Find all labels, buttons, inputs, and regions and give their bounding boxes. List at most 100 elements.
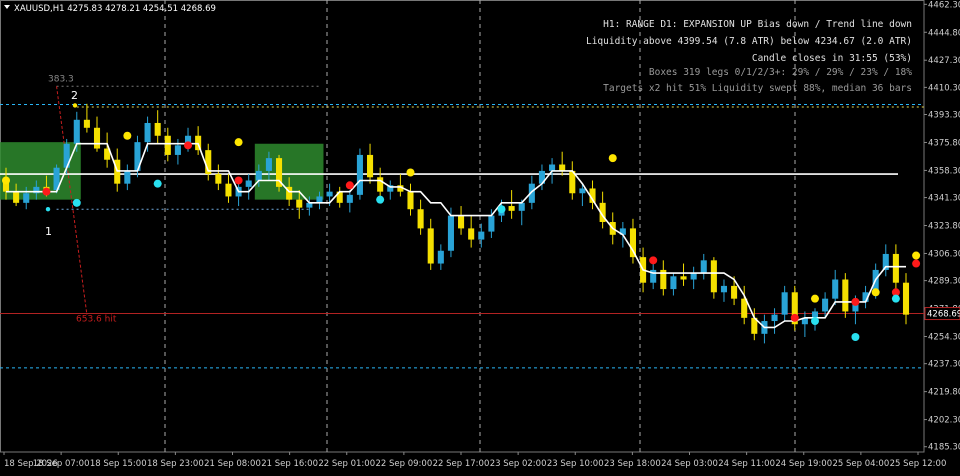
candle-body[interactable] (842, 279, 849, 312)
candle-body[interactable] (670, 276, 677, 290)
cyan-signal-marker[interactable] (376, 195, 385, 204)
candle-body[interactable] (265, 158, 272, 171)
candle-body[interactable] (478, 231, 485, 240)
candle-body[interactable] (154, 122, 161, 136)
candle-body[interactable] (629, 228, 636, 258)
candle-body[interactable] (832, 279, 839, 299)
candle-body[interactable] (579, 188, 586, 194)
red-signal-marker[interactable] (234, 176, 243, 185)
candle-body[interactable] (144, 122, 151, 143)
y-tick-label: 4185.30 (928, 443, 960, 453)
candle-body[interactable] (710, 260, 717, 293)
yellow-signal-marker[interactable] (234, 138, 243, 147)
candle-body[interactable] (508, 206, 515, 211)
target-leg-line (56, 86, 88, 315)
candle-body[interactable] (356, 154, 363, 195)
candle-body[interactable] (316, 196, 323, 203)
swing-1-dot (45, 207, 51, 212)
cyan-signal-marker[interactable] (851, 333, 860, 342)
candle-body[interactable] (296, 199, 303, 208)
candle-body[interactable] (518, 202, 525, 211)
candle-body[interactable] (549, 164, 556, 171)
candle-body[interactable] (255, 170, 262, 181)
candle-body[interactable] (680, 276, 687, 280)
dropdown-triangle-icon[interactable] (4, 5, 10, 9)
candle-body[interactable] (164, 135, 171, 155)
candle-body[interactable] (73, 119, 80, 144)
info-line-1: H1: RANGE D1: EXPANSION UP Bias down / T… (603, 19, 912, 30)
candle-body[interactable] (690, 273, 697, 280)
candle-body[interactable] (700, 260, 707, 274)
red-signal-marker[interactable] (42, 187, 51, 196)
yellow-signal-marker[interactable] (810, 294, 819, 303)
y-tick-label: 4427.30 (928, 56, 960, 66)
x-tick-label: 24 Sep 19:00 (775, 459, 832, 469)
x-tick-label: 23 Sep 18:00 (604, 459, 661, 469)
candle-body[interactable] (377, 177, 384, 192)
yellow-signal-marker[interactable] (608, 154, 617, 163)
red-signal-marker[interactable] (345, 181, 354, 190)
candle-body[interactable] (417, 209, 424, 229)
candle-body[interactable] (346, 194, 353, 203)
candle-body[interactable] (559, 164, 566, 171)
candle-body[interactable] (245, 180, 252, 187)
candle-body[interactable] (822, 298, 829, 312)
candle-body[interactable] (124, 170, 131, 184)
yellow-signal-marker[interactable] (912, 251, 921, 260)
candle-body[interactable] (447, 215, 454, 251)
price-chart[interactable]: 383.3 2 1 653.6 hit 4462.30 4444.80 4427.30 441… (0, 0, 960, 472)
x-tick-label: 18 Sep 07:00 (33, 459, 90, 469)
candle-body[interactable] (174, 145, 181, 155)
red-signal-marker[interactable] (649, 256, 658, 265)
candle-body[interactable] (488, 215, 495, 232)
yellow-signal-marker[interactable] (871, 288, 880, 297)
red-signal-marker[interactable] (790, 313, 799, 322)
x-tick-label: 18 Sep 15:00 (90, 459, 147, 469)
x-tick-label: 18 Sep 23:00 (147, 459, 204, 469)
candle-body[interactable] (731, 285, 738, 299)
x-tick-label: 23 Sep 02:00 (490, 459, 547, 469)
target-hit-label: 653.6 hit (76, 315, 117, 325)
y-tick-label: 4202.30 (928, 416, 960, 426)
cyan-signal-marker[interactable] (497, 205, 506, 214)
candle-body[interactable] (367, 154, 374, 178)
candle-body[interactable] (225, 183, 232, 197)
cyan-signal-marker[interactable] (810, 317, 819, 326)
chart-canvas[interactable]: 383.3 2 1 653.6 hit 4462.30 4444.80 4427.30 441… (0, 0, 960, 472)
red-signal-marker[interactable] (912, 259, 921, 268)
candle-body[interactable] (427, 228, 434, 264)
red-signal-marker[interactable] (851, 297, 860, 306)
candle-body[interactable] (458, 215, 465, 229)
y-tick-label: 4462.30 (928, 0, 960, 10)
yellow-signal-marker[interactable] (406, 168, 415, 177)
yellow-signal-marker[interactable] (123, 131, 132, 140)
candle-body[interactable] (468, 228, 475, 240)
candle-body[interactable] (326, 191, 333, 197)
cyan-signal-marker[interactable] (72, 198, 81, 207)
candle-body[interactable] (13, 191, 20, 203)
info-line-5: Targets x2 hit 51% Liquidity swept 88%, … (603, 83, 912, 94)
candle-body[interactable] (23, 193, 30, 203)
cyan-signal-marker[interactable] (153, 179, 162, 188)
candle-body[interactable] (83, 119, 90, 128)
candle-body[interactable] (93, 127, 101, 149)
cyan-signal-marker[interactable] (891, 294, 900, 303)
candle-body[interactable] (781, 292, 788, 315)
candle-body[interactable] (811, 311, 819, 318)
candle-body[interactable] (720, 285, 728, 293)
y-tick-label: 4375.80 (928, 138, 960, 148)
candle-body[interactable] (437, 250, 444, 264)
info-line-2: Liquidity above 4399.54 (7.8 ATR) below … (586, 36, 912, 47)
info-line-4: Boxes 319 legs 0/1/2/3+: 29% / 29% / 23%… (649, 67, 912, 78)
yellow-signal-marker[interactable] (2, 176, 10, 185)
x-tick-label: 21 Sep 16:00 (261, 459, 318, 469)
candle-body[interactable] (407, 191, 414, 210)
candle-body[interactable] (902, 282, 910, 315)
x-tick-label: 24 Sep 03:00 (661, 459, 718, 469)
red-signal-marker[interactable] (184, 141, 193, 150)
candle-body[interactable] (892, 253, 899, 283)
candle-body[interactable] (215, 174, 222, 184)
symbol-ohlc-header: XAUUSD,H1 4275.83 4278.21 4254.51 4268.6… (14, 4, 216, 14)
y-tick-label: 4393.30 (928, 111, 960, 121)
candle-body[interactable] (771, 314, 778, 322)
